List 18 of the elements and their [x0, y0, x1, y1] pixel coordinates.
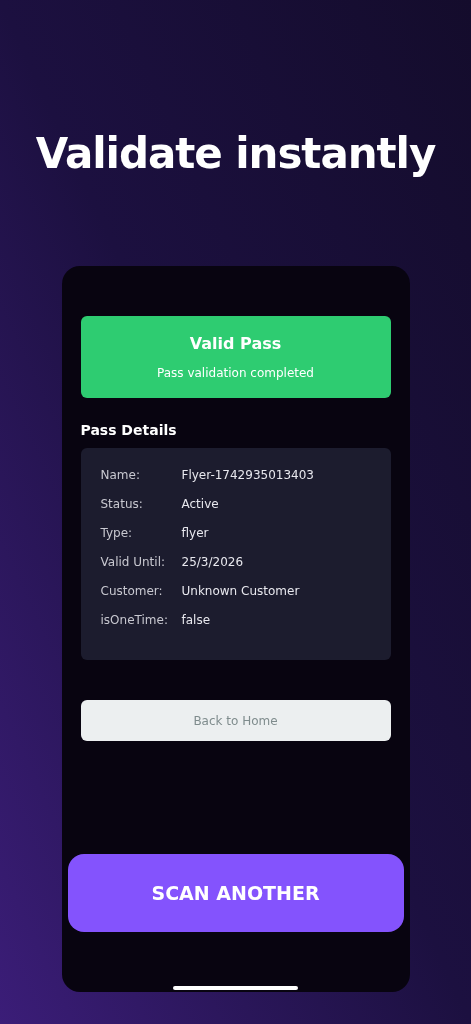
detail-label: Valid Until: [100, 554, 167, 571]
detail-label: Status: [100, 496, 144, 513]
detail-value: flyer [181, 525, 209, 542]
result-subtitle: Pass validation completed [157, 365, 314, 382]
detail-value: Unknown Customer [181, 583, 300, 600]
back-button[interactable]: Back to Home [80, 700, 391, 741]
detail-value: false [181, 612, 211, 629]
detail-value: Flyer-1742935013403 [181, 467, 314, 484]
scan-button[interactable]: SCAN ANOTHER [67, 854, 404, 932]
detail-label: Type: [100, 525, 134, 542]
detail-label: Customer: [100, 583, 164, 600]
result-title: Valid Pass [189, 333, 282, 355]
section-title: Pass Details [80, 422, 177, 438]
detail-value: Active [181, 496, 219, 513]
detail-label: isOneTime: [100, 612, 169, 629]
detail-value: 25/3/2026 [181, 554, 244, 571]
headline: Validate instantly [35, 128, 436, 180]
detail-label: Name: [100, 467, 141, 484]
